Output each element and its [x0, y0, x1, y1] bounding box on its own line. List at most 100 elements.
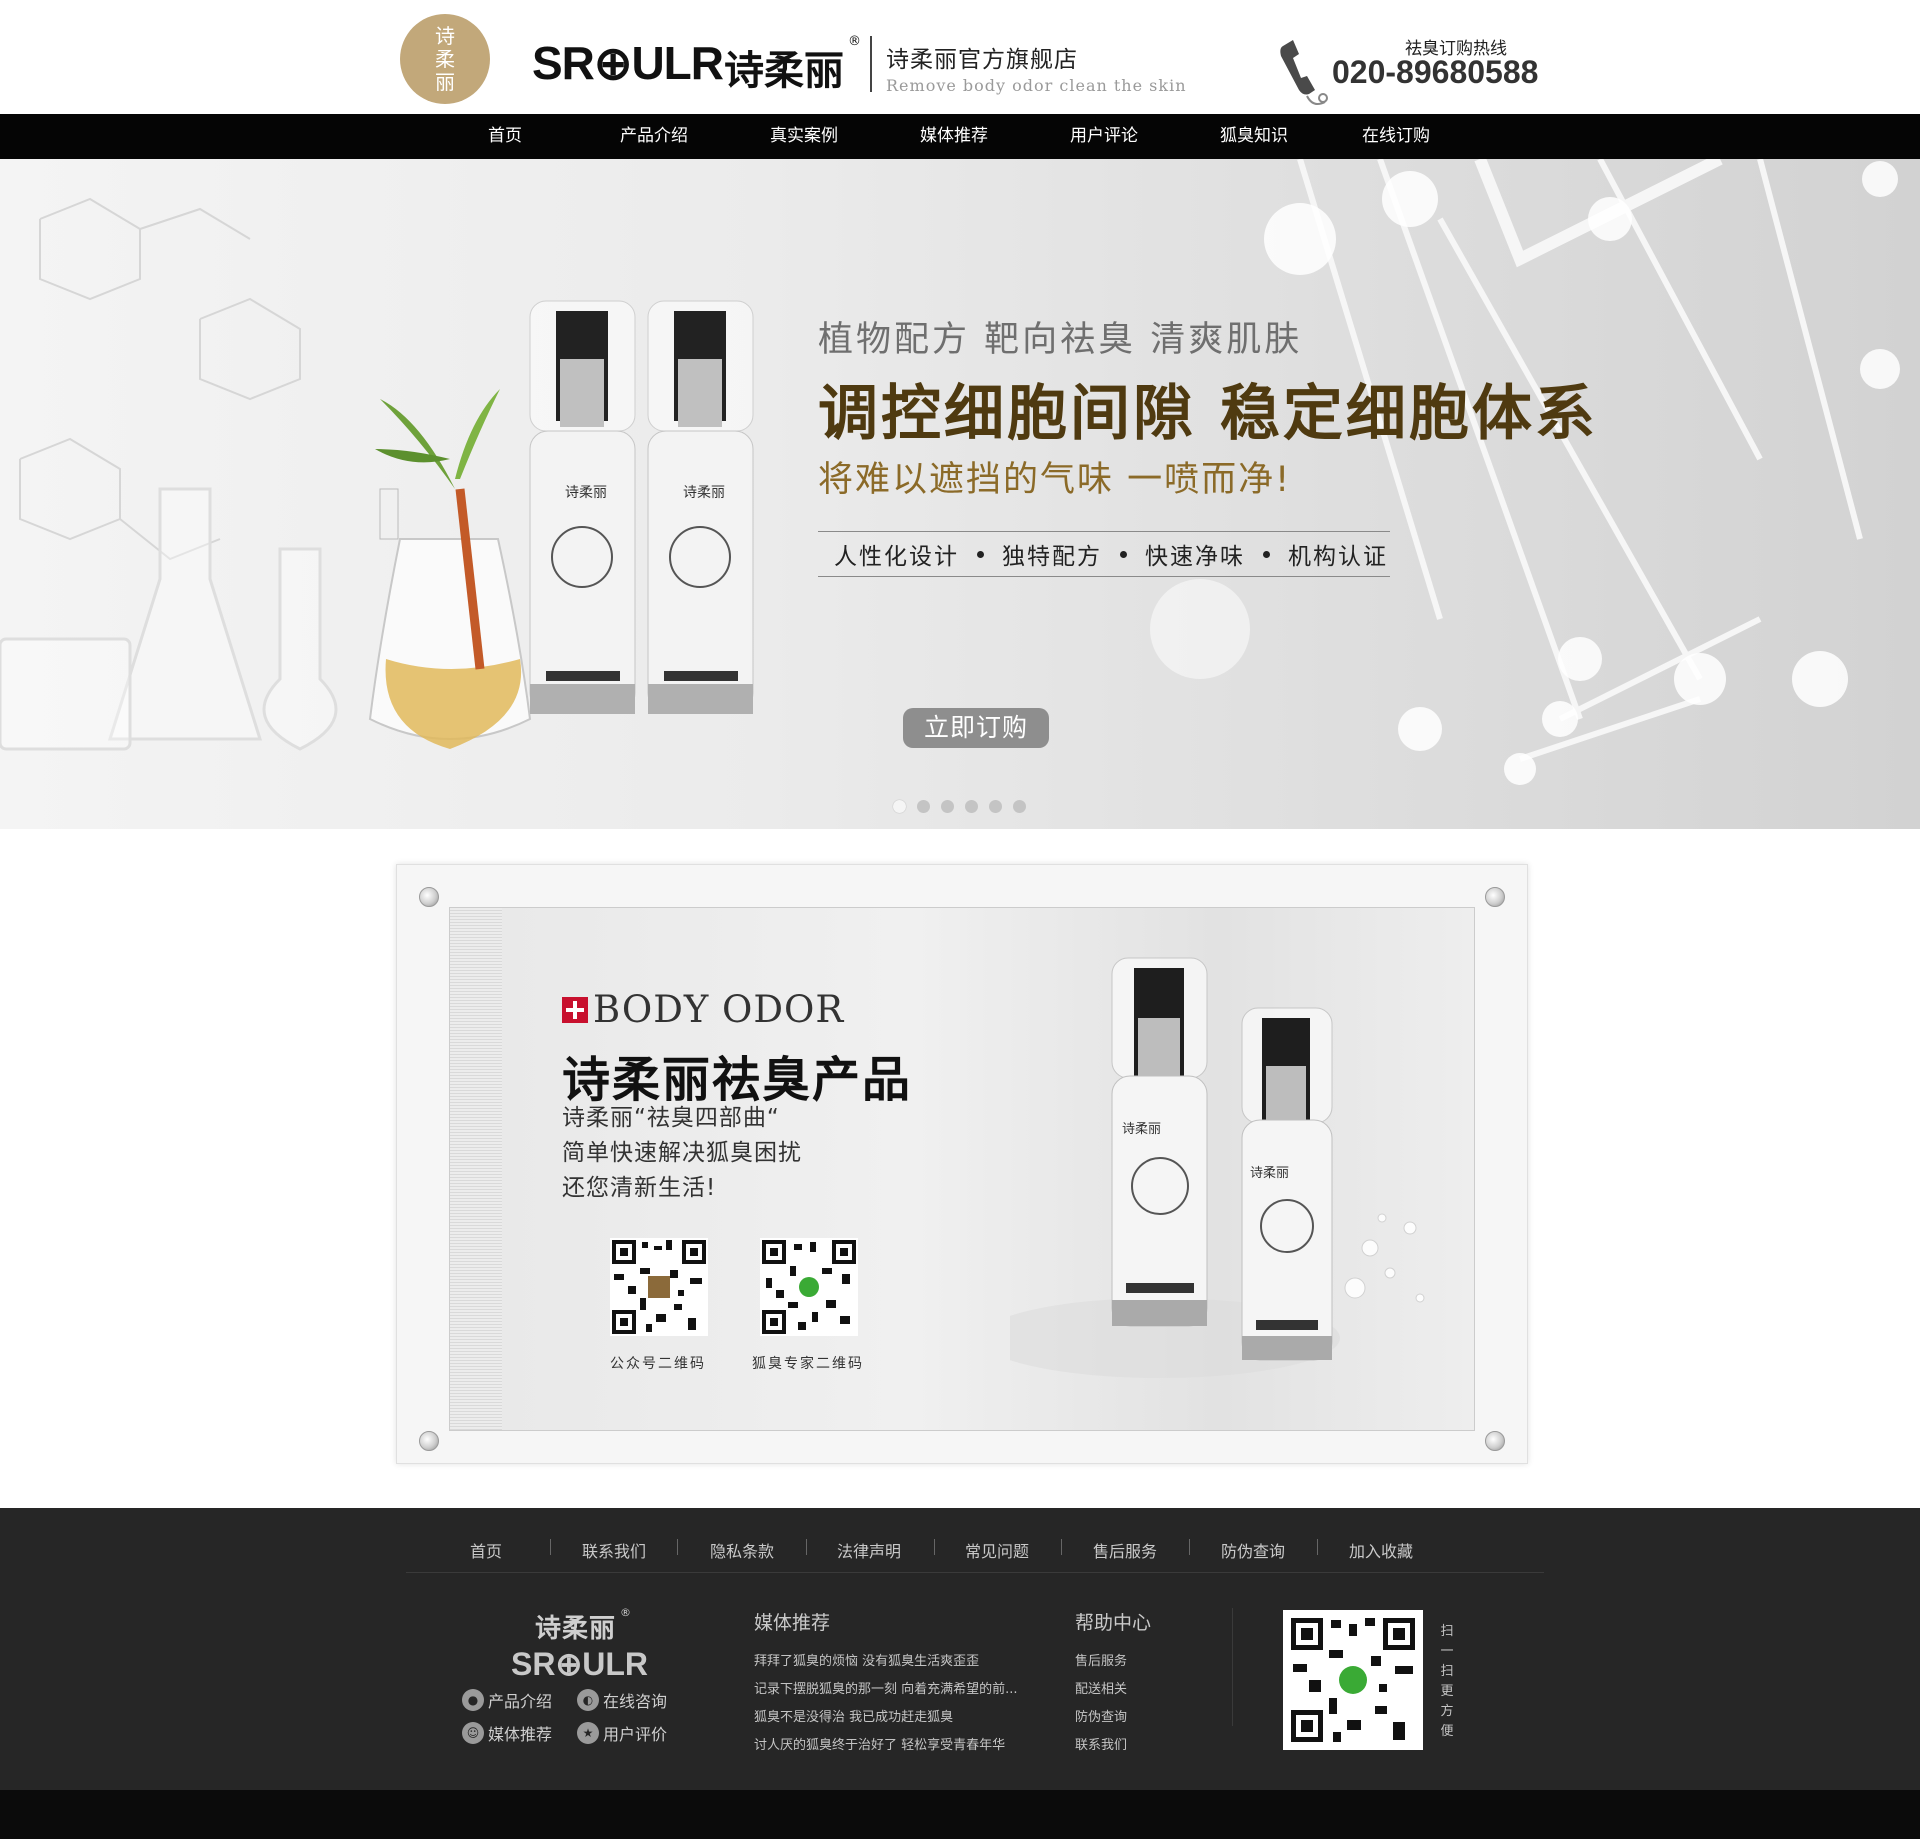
banner-tagline: 植物配方 靶向祛臭 清爽肌肤 — [818, 320, 1303, 360]
registered-mark: ® — [848, 34, 861, 49]
footer-quicklink-reviews[interactable]: ★ 用户评价 — [577, 1721, 667, 1745]
nav-item-cases[interactable]: 真实案例 — [770, 114, 838, 159]
footer-link-aftersales[interactable]: 售后服务 — [1093, 1538, 1157, 1562]
help-link[interactable]: 配送相关 — [1075, 1678, 1127, 1697]
media-news-link[interactable]: 记录下摆脱狐臭的那一刻 向着充满希望的前... — [754, 1678, 1018, 1697]
screw-icon — [1485, 887, 1505, 907]
footer-separator — [1317, 1539, 1318, 1555]
hotline-number[interactable]: 020-89680588 — [1332, 54, 1538, 91]
quicklink-label: 在线咨询 — [603, 1692, 668, 1711]
store-name: 诗柔丽官方旗舰店 — [886, 47, 1078, 73]
bullet-icon — [1263, 550, 1270, 558]
scan-hint-char: 便 — [1440, 1724, 1454, 1739]
decorative-stripes — [450, 908, 502, 1430]
carousel-dot[interactable] — [965, 800, 978, 813]
expert-qr-code[interactable] — [760, 1238, 858, 1336]
showcase-panel: BODY ODOR 诗柔丽祛臭产品 诗柔丽“祛臭四部曲“ 简单快速解决狐臭困扰 … — [449, 907, 1475, 1431]
order-now-button[interactable]: 立即订购 — [903, 708, 1049, 748]
carousel-dot[interactable] — [917, 800, 930, 813]
carousel-dots — [893, 800, 1026, 813]
product-description-line: 还您清新生活! — [562, 1175, 717, 1201]
bottle-label: 诗柔丽 — [1250, 1166, 1290, 1181]
footer-link-contact[interactable]: 联系我们 — [582, 1538, 646, 1562]
feature-item: 人性化设计 — [834, 544, 959, 570]
bullet-icon — [1120, 550, 1127, 558]
quicklink-label: 媒体推荐 — [488, 1725, 553, 1744]
brand-wordmark-cn[interactable]: 诗柔丽 — [724, 38, 844, 96]
banner-headline: 调控细胞间隙 稳定细胞体系 — [818, 379, 1598, 449]
footer-link-faq[interactable]: 常见问题 — [965, 1538, 1029, 1562]
footer-brand-cn: 诗柔丽 — [535, 1614, 617, 1644]
logo-badge[interactable]: 诗 柔 丽 — [400, 14, 490, 104]
nav-item-knowledge[interactable]: 狐臭知识 — [1220, 114, 1288, 159]
scan-hint-char: 扫 — [1440, 1624, 1454, 1639]
site-footer: 首页 联系我们 隐私条款 法律声明 常见问题 售后服务 防伪查询 加入收藏 诗柔… — [0, 1508, 1920, 1790]
footer-link-legal[interactable]: 法律声明 — [837, 1538, 901, 1562]
logo-char: 丽 — [435, 69, 455, 94]
scan-hint: 扫 一 扫 更 方 便 — [1439, 1622, 1455, 1742]
carousel-dot[interactable] — [941, 800, 954, 813]
nav-item-order[interactable]: 在线订购 — [1362, 114, 1430, 159]
main-nav: 首页 产品介绍 真实案例 媒体推荐 用户评论 狐臭知识 在线订购 — [0, 114, 1920, 159]
footer-wechat-qr-code[interactable] — [1283, 1610, 1423, 1750]
feature-bar: 人性化设计 独特配方 快速净味 机构认证 — [818, 531, 1390, 577]
nav-item-products[interactable]: 产品介绍 — [620, 114, 688, 159]
brand-wordmark-en[interactable]: SR⊕ULR — [532, 36, 724, 90]
scan-hint-char: 方 — [1440, 1704, 1454, 1719]
footer-quicklink-media[interactable]: ☺ 媒体推荐 — [462, 1721, 552, 1745]
footer-link-home[interactable]: 首页 — [470, 1538, 502, 1562]
footer-brand-en: SR⊕ULR — [511, 1646, 649, 1682]
help-link[interactable]: 售后服务 — [1075, 1650, 1127, 1669]
wechat-public-qr-code[interactable] — [610, 1238, 708, 1336]
screw-icon — [1485, 1431, 1505, 1451]
footer-separator — [1061, 1539, 1062, 1555]
user-icon: ☺ — [462, 1722, 484, 1744]
footer-separator — [550, 1539, 551, 1555]
bottle-label: 诗柔丽 — [683, 485, 725, 501]
body-odor-badge: BODY ODOR — [593, 988, 845, 1031]
logo-char: 柔 — [435, 46, 455, 71]
feature-item: 快速净味 — [1145, 544, 1245, 570]
product-description-line: 诗柔丽“祛臭四部曲“ — [562, 1105, 780, 1131]
footer-divider — [406, 1572, 1544, 1573]
footer-link-privacy[interactable]: 隐私条款 — [710, 1538, 774, 1562]
feature-item: 机构认证 — [1288, 544, 1388, 570]
footer-bottom-bar — [0, 1790, 1920, 1839]
footer-link-verify[interactable]: 防伪查询 — [1221, 1538, 1285, 1562]
nav-item-reviews[interactable]: 用户评论 — [1070, 114, 1138, 159]
help-link[interactable]: 防伪查询 — [1075, 1706, 1127, 1725]
hero-banner[interactable]: 诗柔丽 诗柔丽 植物配方 靶向祛臭 清爽肌肤 调控细胞间隙 稳定细胞体系 将难以… — [0, 159, 1920, 829]
drop-icon: ● — [462, 1689, 484, 1711]
media-news-link[interactable]: 狐臭不是没得治 我已成功赶走狐臭 — [754, 1706, 953, 1725]
product-description-line: 简单快速解决狐臭困扰 — [562, 1140, 802, 1166]
carousel-dot[interactable] — [893, 800, 906, 813]
red-cross-icon — [562, 997, 588, 1023]
bottle-label: 诗柔丽 — [1122, 1122, 1162, 1137]
media-news-link[interactable]: 拜拜了狐臭的烦恼 没有狐臭生活爽歪歪 — [754, 1650, 979, 1669]
quicklink-label: 产品介绍 — [488, 1692, 553, 1711]
bottle-label: 诗柔丽 — [565, 485, 607, 501]
qr-label: 公众号二维码 — [610, 1356, 706, 1372]
scan-hint-char: 更 — [1440, 1684, 1454, 1699]
chat-icon: ◐ — [577, 1689, 599, 1711]
nav-item-home[interactable]: 首页 — [488, 114, 522, 159]
header-divider — [870, 36, 872, 92]
banner-subheadline: 将难以遮挡的气味 一喷而净! — [818, 460, 1292, 500]
media-news-link[interactable]: 讨人厌的狐臭终于治好了 轻松享受青春年华 — [754, 1734, 1005, 1753]
carousel-dot[interactable] — [989, 800, 1002, 813]
help-link[interactable]: 联系我们 — [1075, 1734, 1127, 1753]
footer-quicklink-consult[interactable]: ◐ 在线咨询 — [577, 1688, 667, 1712]
footer-link-bookmark[interactable]: 加入收藏 — [1349, 1538, 1413, 1562]
product-showcase: BODY ODOR 诗柔丽祛臭产品 诗柔丽“祛臭四部曲“ 简单快速解决狐臭困扰 … — [396, 864, 1528, 1464]
footer-separator — [934, 1539, 935, 1555]
nav-item-media[interactable]: 媒体推荐 — [920, 114, 988, 159]
feature-item: 独特配方 — [1002, 544, 1102, 570]
footer-registered-mark: ® — [620, 1606, 631, 1619]
site-header: 诗 柔 丽 SR⊕ULR 诗柔丽 ® 诗柔丽官方旗舰店 Remove body … — [0, 0, 1920, 113]
footer-quicklink-products[interactable]: ● 产品介绍 — [462, 1688, 552, 1712]
media-heading: 媒体推荐 — [754, 1612, 831, 1634]
star-icon: ★ — [577, 1722, 599, 1744]
help-heading: 帮助中心 — [1075, 1612, 1152, 1634]
carousel-dot[interactable] — [1013, 800, 1026, 813]
footer-vertical-divider — [1232, 1608, 1233, 1726]
